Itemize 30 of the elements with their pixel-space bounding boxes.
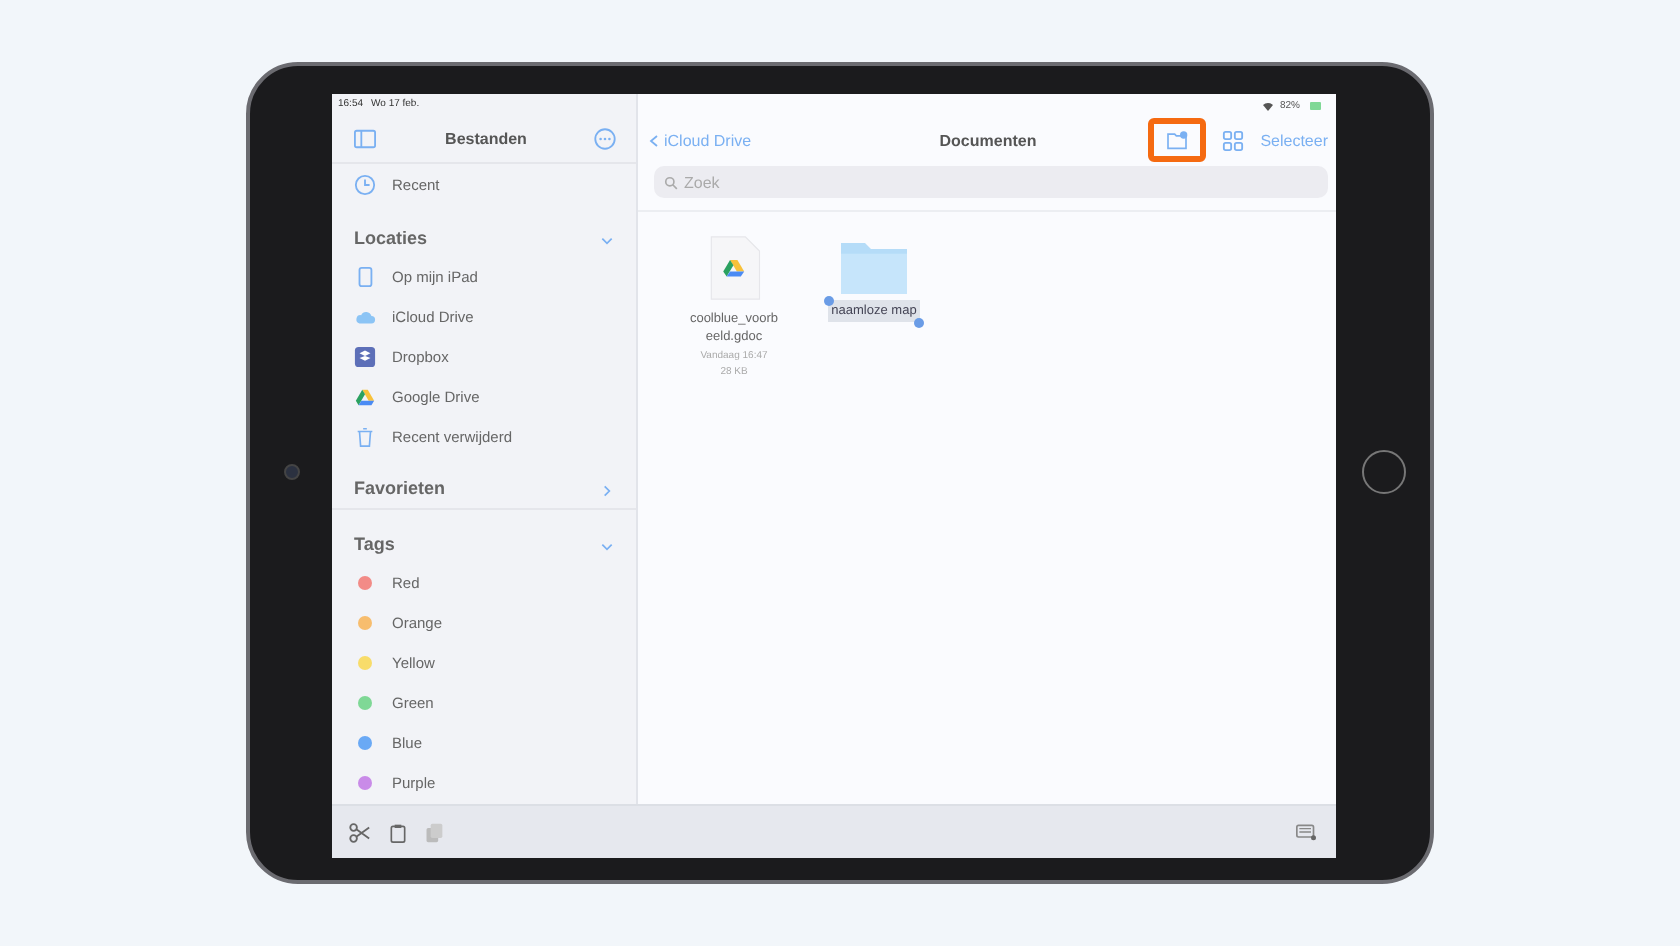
tablet-icon — [354, 266, 376, 289]
trash-icon — [354, 426, 376, 449]
box-logo-icon — [354, 346, 376, 369]
copy-icon[interactable] — [424, 821, 444, 843]
chevron-down-icon[interactable] — [600, 233, 614, 248]
clock-icon — [354, 173, 376, 196]
cloud-icon — [354, 306, 376, 329]
home-button[interactable] — [1361, 450, 1405, 494]
section-title: Favorieten — [354, 478, 446, 499]
clipboard-icon[interactable] — [388, 821, 408, 843]
triangle-logo-icon — [354, 386, 376, 409]
section-title: Tags — [354, 533, 395, 554]
camera-icon — [283, 464, 299, 480]
battery-icon — [1306, 99, 1326, 111]
grid-view-icon[interactable] — [1222, 129, 1245, 151]
folder-title: Documenten — [937, 131, 1039, 149]
sidebar-title: Bestanden — [445, 129, 527, 148]
sidebar-toggle-icon[interactable] — [352, 127, 378, 150]
keyboard-icon[interactable] — [1292, 822, 1320, 842]
section-title: Locaties — [354, 227, 428, 248]
selection-handle[interactable] — [823, 296, 834, 306]
scissors-icon[interactable] — [348, 821, 372, 843]
more-icon[interactable] — [594, 127, 616, 150]
folder-plus-icon — [1164, 130, 1191, 150]
chevron-left-icon — [648, 131, 660, 149]
chevron-down-icon[interactable] — [600, 539, 614, 554]
selection-handle[interactable] — [914, 318, 925, 328]
chevron-right-icon[interactable] — [600, 484, 614, 499]
search-field[interactable]: Zoek — [654, 166, 1328, 198]
wifi-icon — [1261, 99, 1274, 111]
